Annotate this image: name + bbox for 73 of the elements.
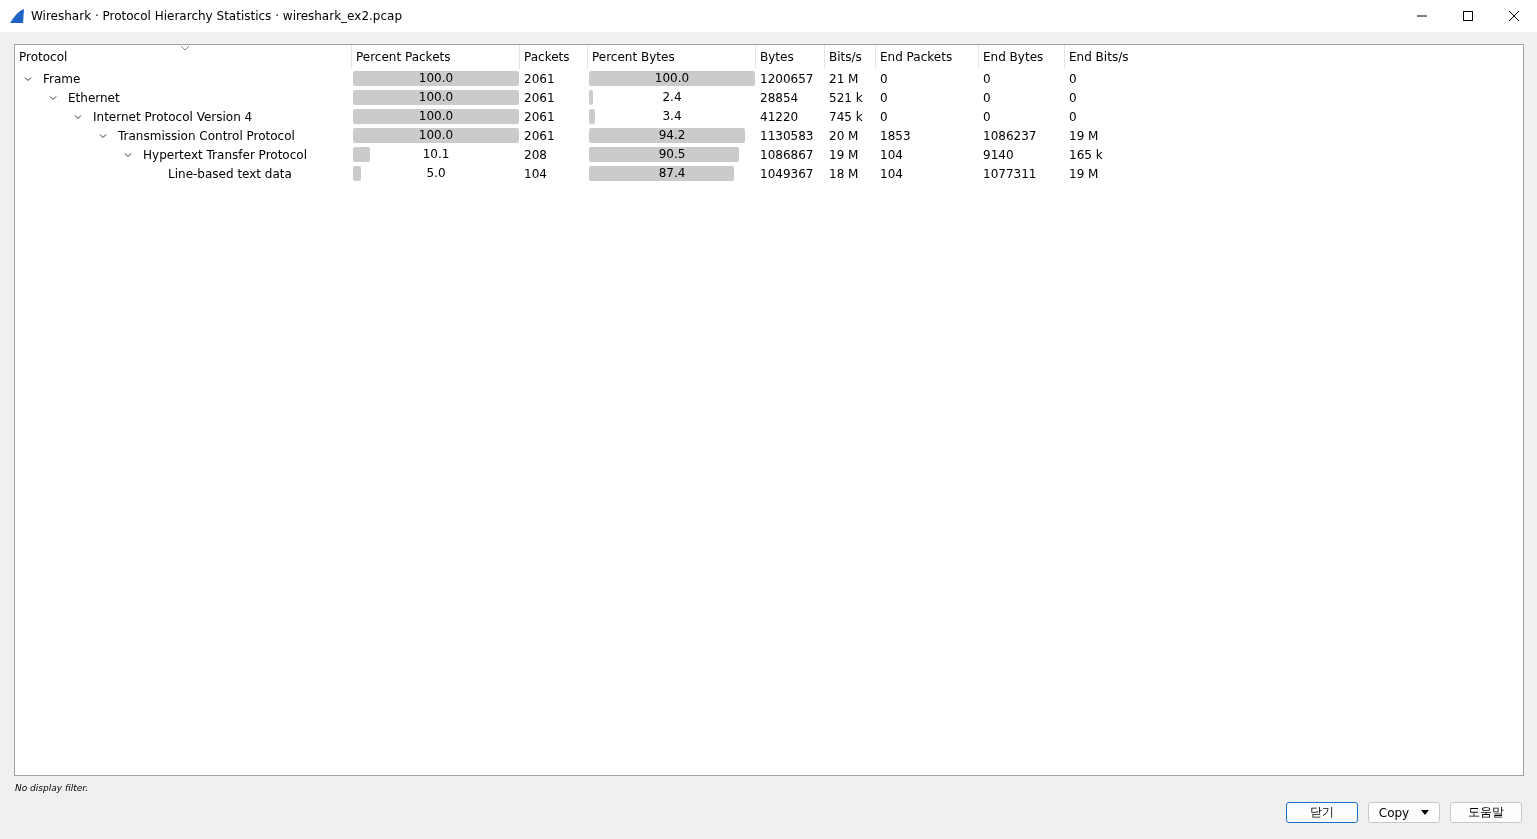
table-cell-text: 9140 xyxy=(982,147,1015,162)
table-cell-text: 18 M xyxy=(828,166,860,181)
percent-value: 100.0 xyxy=(418,109,454,124)
percent-value: 100.0 xyxy=(654,71,690,86)
table-cell-text: 104 xyxy=(879,166,904,181)
table-cell-text: 0 xyxy=(1068,71,1078,86)
table-cell-text: 1049367 xyxy=(759,166,815,181)
percent-value: 10.1 xyxy=(422,147,450,162)
column-header[interactable]: Protocol xyxy=(15,45,352,69)
table-cell-text: 1130583 xyxy=(759,128,815,143)
percent-value: 5.0 xyxy=(426,166,446,181)
close-icon[interactable] xyxy=(1508,10,1520,22)
column-header[interactable]: End Bytes xyxy=(979,45,1065,69)
sort-icon xyxy=(180,45,190,51)
table-cell-text: 41220 xyxy=(759,109,800,124)
column-header[interactable]: Packets xyxy=(520,45,588,69)
maximize-icon[interactable] xyxy=(1462,10,1474,22)
table-cell-text: 1077311 xyxy=(982,166,1038,181)
protocol-name: Internet Protocol Version 4 xyxy=(92,109,253,124)
table-cell-text: 165 k xyxy=(1068,147,1104,162)
window-title: Wireshark · Protocol Hierarchy Statistics · wireshark_ex2.pcap xyxy=(31,9,403,23)
column-header[interactable]: End Bits/s xyxy=(1065,45,1523,69)
table-cell-text: 1086237 xyxy=(982,128,1038,143)
protocol-name: Line-based text data xyxy=(167,166,292,181)
table-cell-text: 745 k xyxy=(828,109,864,124)
column-header[interactable]: Bits/s xyxy=(825,45,876,69)
table-cell-text: 208 xyxy=(523,147,548,162)
close-dialog-button[interactable]: 닫기 xyxy=(1286,802,1358,823)
table-cell-text: 28854 xyxy=(759,90,800,105)
percent-value: 94.2 xyxy=(658,128,686,143)
table-cell-text: 0 xyxy=(879,71,889,86)
percent-value: 87.4 xyxy=(658,166,686,181)
percent-value: 100.0 xyxy=(418,128,454,143)
table-cell-text: 104 xyxy=(879,147,904,162)
caret-icon xyxy=(1421,810,1430,815)
protocol-name: Transmission Control Protocol xyxy=(117,128,295,143)
percent-value: 3.4 xyxy=(662,109,682,124)
table-cell-text: 0 xyxy=(982,71,992,86)
table-cell-text: 19 M xyxy=(1068,166,1100,181)
protocol-name: Frame xyxy=(42,71,81,86)
percent-value: 100.0 xyxy=(418,71,454,86)
protocol-name: Ethernet xyxy=(67,90,120,105)
table-cell-text: 19 M xyxy=(828,147,860,162)
percent-value: 90.5 xyxy=(658,147,686,162)
table-cell-text: 521 k xyxy=(828,90,864,105)
table-cell-text: 19 M xyxy=(1068,128,1100,143)
percent-value: 100.0 xyxy=(418,90,454,105)
table-cell-text: 1086867 xyxy=(759,147,815,162)
table-cell-text: 0 xyxy=(1068,90,1078,105)
copy-button[interactable]: Copy xyxy=(1368,802,1440,823)
table-cell-text: 0 xyxy=(982,90,992,105)
table-cell-text: 2061 xyxy=(523,71,556,86)
table-cell-text: 20 M xyxy=(828,128,860,143)
table-cell-text: 2061 xyxy=(523,128,556,143)
table-cell-text: 0 xyxy=(1068,109,1078,124)
table-cell-text: 2061 xyxy=(523,90,556,105)
status-text: No display filter. xyxy=(14,782,90,795)
column-header[interactable]: End Packets xyxy=(876,45,979,69)
protocol-name: Hypertext Transfer Protocol xyxy=(142,147,307,162)
table-cell-text: 1853 xyxy=(879,128,912,143)
percent-value: 2.4 xyxy=(662,90,682,105)
table-cell-text: 1200657 xyxy=(759,71,815,86)
table-cell-text: 104 xyxy=(523,166,548,181)
table-cell-text: 0 xyxy=(879,109,889,124)
table-cell-text: 2061 xyxy=(523,109,556,124)
help-button[interactable]: 도움말 xyxy=(1450,802,1522,823)
column-header[interactable]: Bytes xyxy=(756,45,825,69)
table-cell-text: 0 xyxy=(982,109,992,124)
column-header[interactable]: Percent Packets xyxy=(352,45,520,69)
table-cell-text: 21 M xyxy=(828,71,860,86)
table-cell-text: 0 xyxy=(879,90,889,105)
shark-fin-icon xyxy=(9,8,25,24)
column-header[interactable]: Percent Bytes xyxy=(588,45,756,69)
